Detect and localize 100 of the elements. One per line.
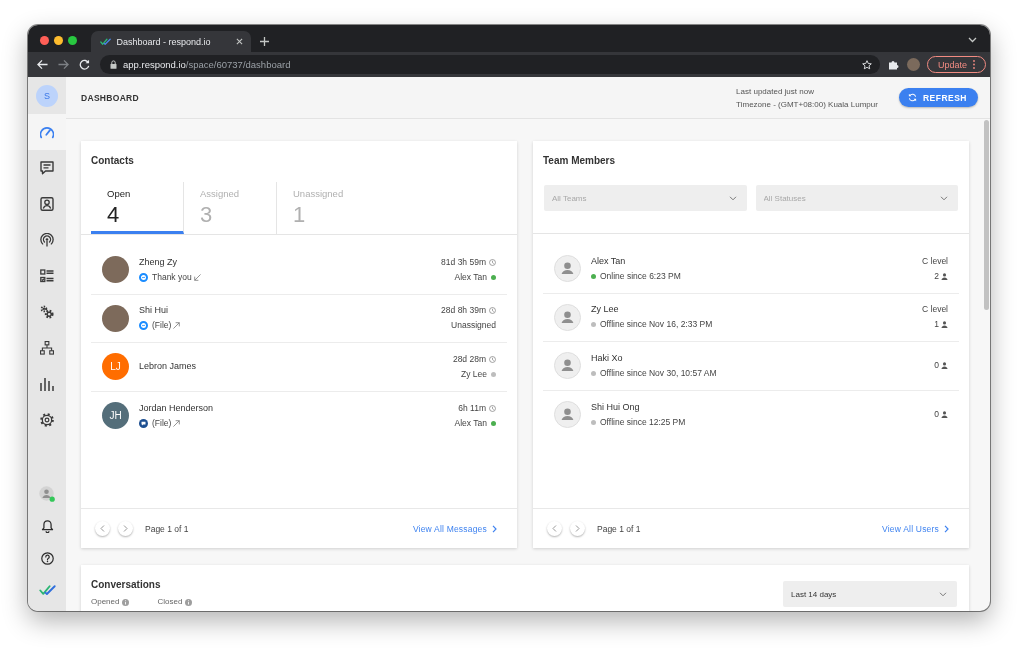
chevron-down-icon xyxy=(939,591,947,597)
message-preview: Thank you xyxy=(152,271,192,283)
scrollbar[interactable] xyxy=(984,120,989,310)
contact-count: 1 xyxy=(934,319,939,331)
window-minimize-icon[interactable] xyxy=(53,35,63,45)
chevron-down-icon[interactable] xyxy=(968,37,977,43)
double-check-icon xyxy=(99,37,111,46)
info-icon xyxy=(185,598,193,606)
chevron-left-icon xyxy=(100,525,105,532)
chevron-right-icon xyxy=(575,525,580,532)
role-label: C level xyxy=(922,255,948,267)
assignee-name: Unassigned xyxy=(451,320,496,332)
lock-icon xyxy=(110,60,117,69)
close-icon[interactable] xyxy=(235,38,243,45)
chevron-right-icon xyxy=(492,524,497,533)
refresh-button[interactable]: REFRESH xyxy=(898,88,978,107)
person-icon xyxy=(941,272,948,280)
clock-icon xyxy=(489,404,496,412)
user-avatar-icon xyxy=(554,255,581,283)
bar-chart-icon xyxy=(40,377,54,391)
chat-bubble-icon xyxy=(139,418,148,428)
initials-avatar: JH xyxy=(102,402,129,430)
back-arrow-icon[interactable] xyxy=(37,59,48,70)
settings-icon xyxy=(40,413,54,427)
elapsed-time: 28d 28m xyxy=(452,353,486,365)
contact-count: 0 xyxy=(934,409,939,421)
timezone-text: Timezone - (GMT+08:00) Kuala Lumpur xyxy=(736,99,878,109)
status-text: Online since 6:23 PM xyxy=(600,270,681,282)
filter-dropdown[interactable]: All Teams xyxy=(544,185,747,211)
member-name: Zy Lee xyxy=(591,304,620,316)
user-avatar-icon xyxy=(554,303,581,331)
user-avatar-icon xyxy=(554,352,581,380)
assignee-name: Zy Lee xyxy=(461,368,487,380)
view-all-link[interactable]: View All Messages xyxy=(412,523,497,534)
contact-card-icon xyxy=(40,197,54,211)
date-range-dropdown[interactable]: Last 14 days xyxy=(783,581,957,607)
contact-name: Shi Hui xyxy=(139,305,169,317)
person-icon xyxy=(941,411,948,419)
clock-icon xyxy=(489,258,496,266)
contact-name: Jordan Henderson xyxy=(139,402,214,414)
elapsed-time: 6h 11m xyxy=(458,402,486,414)
chevron-down-icon xyxy=(728,195,737,201)
reload-icon[interactable] xyxy=(79,59,90,70)
address-field[interactable]: app.respond.io/space/60737/dashboard xyxy=(100,55,880,74)
view-all-link[interactable]: View All Users xyxy=(882,523,949,534)
star-icon[interactable] xyxy=(862,59,872,70)
chat-icon xyxy=(40,161,54,175)
contact-count: 2 xyxy=(934,270,939,282)
member-name: Alex Tan xyxy=(591,255,627,267)
puzzle-piece-icon[interactable] xyxy=(888,59,899,70)
refresh-icon xyxy=(907,93,917,102)
clock-icon xyxy=(489,307,496,315)
card-title: Conversations xyxy=(91,579,161,591)
broadcast-icon xyxy=(40,233,54,247)
message-preview: (File) xyxy=(152,320,172,332)
contacts-tab[interactable]: Open 4 xyxy=(91,182,184,234)
messenger-icon xyxy=(139,321,148,331)
contacts-tab[interactable]: Assigned 3 xyxy=(184,182,277,234)
member-name: Shi Hui Ong xyxy=(591,401,641,413)
filter-dropdown[interactable]: All Statuses xyxy=(755,185,958,211)
stat-label: Closed xyxy=(157,597,183,607)
gears-icon xyxy=(40,305,54,319)
plus-icon[interactable] xyxy=(259,36,269,46)
page-indicator: Page 1 of 1 xyxy=(145,523,189,534)
stat-label: Opened xyxy=(91,597,120,607)
double-check-logo-icon[interactable] xyxy=(38,584,56,596)
message-preview: (File) xyxy=(152,417,172,429)
contact-photo xyxy=(102,256,129,284)
chevron-right-icon xyxy=(944,524,949,533)
browser-tab[interactable]: Dashboard - respond.io xyxy=(90,31,251,52)
chevron-right-icon xyxy=(123,525,128,532)
chevron-down-icon xyxy=(940,195,948,201)
speedometer-icon xyxy=(40,125,54,139)
role-label: C level xyxy=(922,304,948,316)
forward-arrow-icon[interactable] xyxy=(58,59,69,70)
help-icon[interactable] xyxy=(40,551,54,565)
info-icon xyxy=(122,598,130,606)
window-maximize-icon[interactable] xyxy=(67,35,77,45)
contacts-tab[interactable]: Unassigned 1 xyxy=(277,182,370,234)
assignee-name: Alex Tan xyxy=(454,271,487,283)
card-title: Team Members xyxy=(542,154,617,167)
last-updated-text: Last updated just now xyxy=(736,86,815,96)
member-name: Haki Xo xyxy=(591,352,624,364)
user-avatar-icon xyxy=(554,401,581,429)
workspace-avatar[interactable]: S xyxy=(36,84,58,107)
window-close-icon[interactable] xyxy=(39,35,49,45)
person-icon xyxy=(941,321,948,329)
bell-icon[interactable] xyxy=(40,519,54,533)
person-icon xyxy=(941,362,948,370)
contact-name: Lebron James xyxy=(139,361,197,373)
clock-icon xyxy=(489,355,496,363)
chevron-left-icon xyxy=(552,525,557,532)
page-title: DASHBOARD xyxy=(81,92,139,103)
user-avatar-icon[interactable] xyxy=(39,486,55,502)
status-text: Offline since Nov 30, 10:57 AM xyxy=(600,367,717,379)
status-text: Offline since 12:25 PM xyxy=(600,416,686,428)
elapsed-time: 28d 8h 39m xyxy=(441,305,486,317)
page-indicator: Page 1 of 1 xyxy=(597,523,641,534)
status-text: Offline since Nov 16, 2:33 PM xyxy=(600,319,713,331)
initials-avatar: LJ xyxy=(102,353,129,381)
